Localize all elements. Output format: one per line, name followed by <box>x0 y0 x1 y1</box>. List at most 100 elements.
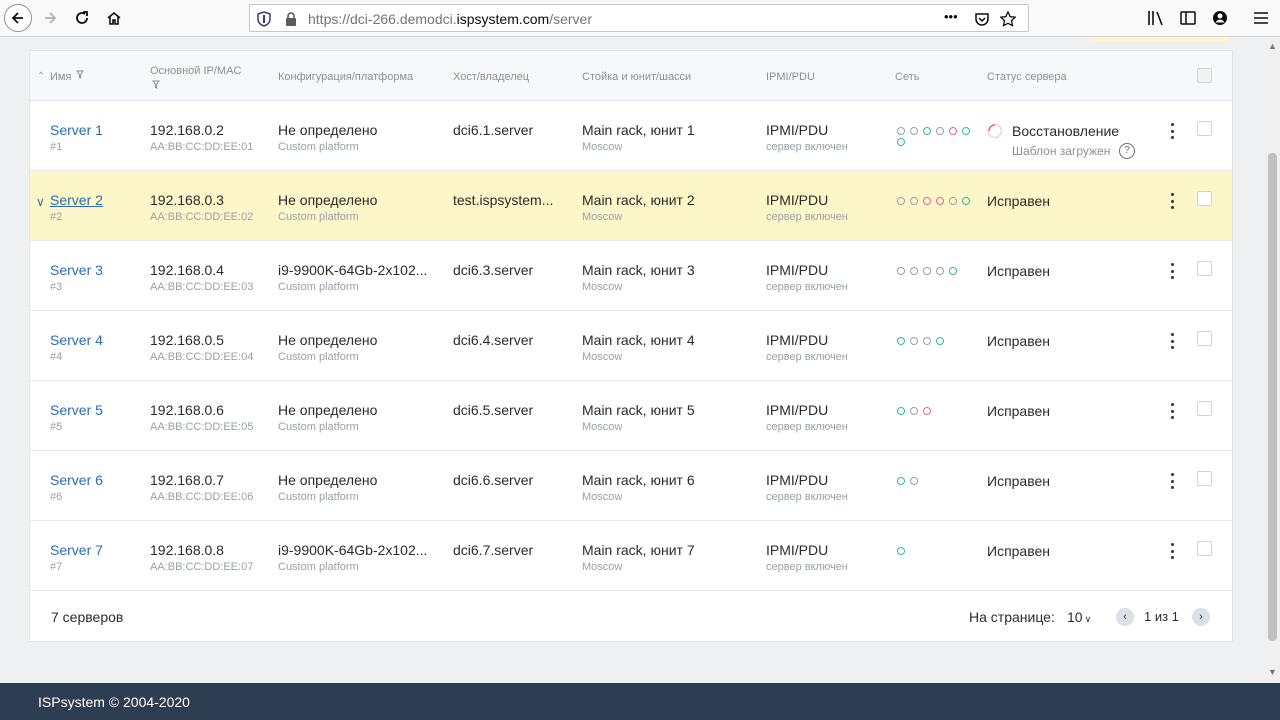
row-actions-menu-icon[interactable] <box>1167 191 1177 211</box>
col-header-config[interactable]: Конфигурация/платформа <box>278 71 413 83</box>
server-name-link[interactable]: Server 7 <box>50 542 103 558</box>
total-count: 7 серверов <box>51 609 124 625</box>
table-row[interactable]: Server 7 #7 192.168.0.8 AA:BB:CC:DD:EE:07 i9… <box>30 521 1232 591</box>
prev-page-button[interactable]: ‹ <box>1116 608 1134 626</box>
server-ipmi: IPMI/PDU <box>766 262 829 278</box>
row-checkbox[interactable] <box>1197 401 1212 416</box>
row-checkbox[interactable] <box>1197 471 1212 486</box>
library-icon[interactable] <box>1147 9 1165 27</box>
network-status-dots <box>897 197 977 205</box>
network-status-dots <box>897 547 977 555</box>
network-status-dots <box>897 337 977 345</box>
per-page-select[interactable]: 10 ∨ <box>1067 609 1091 625</box>
server-location: Moscow <box>582 351 623 363</box>
server-rack: Main rack, юнит 7 <box>582 542 695 558</box>
network-status-dot <box>910 127 918 135</box>
sort-asc-icon[interactable]: ⌃ <box>37 71 45 82</box>
table-row[interactable]: ∨ Server 2 #2 192.168.0.3 AA:BB:CC:DD:EE:02 Н… <box>30 171 1232 241</box>
reload-icon <box>76 11 88 24</box>
network-status-dot <box>897 337 905 345</box>
row-checkbox[interactable] <box>1197 191 1212 206</box>
server-host: dci6.6.server <box>453 472 534 488</box>
server-platform: Custom platform <box>278 211 359 223</box>
server-location: Moscow <box>582 211 623 223</box>
page-scrollbar[interactable]: ▲ ▼ <box>1265 37 1280 683</box>
server-name-link[interactable]: Server 1 <box>50 122 103 138</box>
server-host: dci6.5.server <box>453 402 534 418</box>
server-rack: Main rack, юнит 4 <box>582 332 695 348</box>
server-ipmi: IPMI/PDU <box>766 542 829 558</box>
table-row[interactable]: Server 1 #1 192.168.0.2 AA:BB:CC:DD:EE:01 Не… <box>30 101 1232 171</box>
server-ipmi-state: сервер включен <box>766 491 848 503</box>
network-status-dot <box>962 197 970 205</box>
select-all-checkbox[interactable] <box>1197 68 1212 83</box>
col-header-rack[interactable]: Стойка и юнит/шасси <box>582 71 691 83</box>
page-actions-menu-icon[interactable]: ••• <box>944 9 958 24</box>
per-page-label: На странице: <box>969 609 1055 625</box>
forward-arrow-icon <box>45 12 57 24</box>
page-content: ⌃ Имя Основной IP/MAC Конфигурация/платф… <box>0 37 1265 683</box>
filter-ip-icon[interactable] <box>152 80 160 92</box>
network-status-dots <box>897 477 977 485</box>
lock-icon[interactable] <box>283 11 299 27</box>
row-checkbox[interactable] <box>1197 121 1212 136</box>
row-checkbox[interactable] <box>1197 261 1212 276</box>
url-bar[interactable]: https://dci-266.demodci.ispsystem.com/se… <box>249 4 1029 32</box>
network-status-dot <box>910 477 918 485</box>
col-header-status[interactable]: Статус сервера <box>987 71 1067 83</box>
col-header-net[interactable]: Сеть <box>895 71 919 83</box>
col-header-ipmi[interactable]: IPMI/PDU <box>766 71 815 83</box>
filter-name-icon[interactable] <box>76 70 84 82</box>
server-id: #7 <box>50 561 63 573</box>
row-actions-menu-icon[interactable] <box>1167 121 1177 141</box>
server-name-link[interactable]: Server 4 <box>50 332 103 348</box>
row-actions-menu-icon[interactable] <box>1167 261 1177 281</box>
help-icon[interactable]: ? <box>1119 143 1135 159</box>
row-actions-menu-icon[interactable] <box>1167 401 1177 421</box>
hamburger-menu-icon[interactable] <box>1252 9 1270 27</box>
sidebar-icon[interactable] <box>1179 9 1197 27</box>
page-footer: ISPsystem © 2004-2020 <box>0 683 1280 720</box>
server-rack: Main rack, юнит 6 <box>582 472 695 488</box>
table-row[interactable]: Server 3 #3 192.168.0.4 AA:BB:CC:DD:EE:03 i9… <box>30 241 1232 311</box>
back-arrow-icon <box>11 12 23 24</box>
row-actions-menu-icon[interactable] <box>1167 541 1177 561</box>
server-ipmi-state: сервер включен <box>766 561 848 573</box>
back-button[interactable] <box>4 4 32 32</box>
table-row[interactable]: Server 4 #4 192.168.0.5 AA:BB:CC:DD:EE:04 Не… <box>30 311 1232 381</box>
pocket-icon[interactable] <box>974 11 990 27</box>
scroll-up-icon[interactable]: ▲ <box>1268 41 1277 51</box>
table-row[interactable]: Server 5 #5 192.168.0.6 AA:BB:CC:DD:EE:05 Не… <box>30 381 1232 451</box>
network-status-dot <box>897 547 905 555</box>
server-name-link[interactable]: Server 3 <box>50 262 103 278</box>
network-status-dot <box>962 127 970 135</box>
server-name-link[interactable]: Server 6 <box>50 472 103 488</box>
row-checkbox[interactable] <box>1197 541 1212 556</box>
server-name-link[interactable]: Server 2 <box>50 192 103 208</box>
account-icon[interactable] <box>1211 9 1229 27</box>
expand-chevron-icon[interactable]: ∨ <box>36 195 45 209</box>
col-header-ip[interactable]: Основной IP/MAC <box>150 65 241 77</box>
scroll-down-icon[interactable]: ▼ <box>1268 667 1277 677</box>
table-footer: 7 серверов На странице: 10 ∨ ‹ 1 из 1 › <box>30 591 1232 643</box>
network-status-dot <box>936 127 944 135</box>
forward-button[interactable] <box>36 4 64 32</box>
table-row[interactable]: Server 6 #6 192.168.0.7 AA:BB:CC:DD:EE:06 Не… <box>30 451 1232 521</box>
server-status: Исправен <box>987 263 1051 279</box>
server-name-link[interactable]: Server 5 <box>50 402 103 418</box>
tracking-shield-icon[interactable] <box>256 11 272 27</box>
col-header-host[interactable]: Хост/владелец <box>453 71 529 83</box>
scroll-thumb[interactable] <box>1268 153 1277 641</box>
col-header-name[interactable]: Имя <box>50 71 71 83</box>
home-button[interactable] <box>100 4 128 32</box>
row-checkbox[interactable] <box>1197 331 1212 346</box>
server-platform: Custom platform <box>278 491 359 503</box>
next-page-button[interactable]: › <box>1192 608 1210 626</box>
server-mac: AA:BB:CC:DD:EE:04 <box>150 351 254 363</box>
bookmark-star-icon[interactable] <box>1000 11 1016 27</box>
server-rack: Main rack, юнит 3 <box>582 262 695 278</box>
reload-button[interactable] <box>68 4 96 32</box>
row-actions-menu-icon[interactable] <box>1167 331 1177 351</box>
server-rack: Main rack, юнит 2 <box>582 192 695 208</box>
row-actions-menu-icon[interactable] <box>1167 471 1177 491</box>
